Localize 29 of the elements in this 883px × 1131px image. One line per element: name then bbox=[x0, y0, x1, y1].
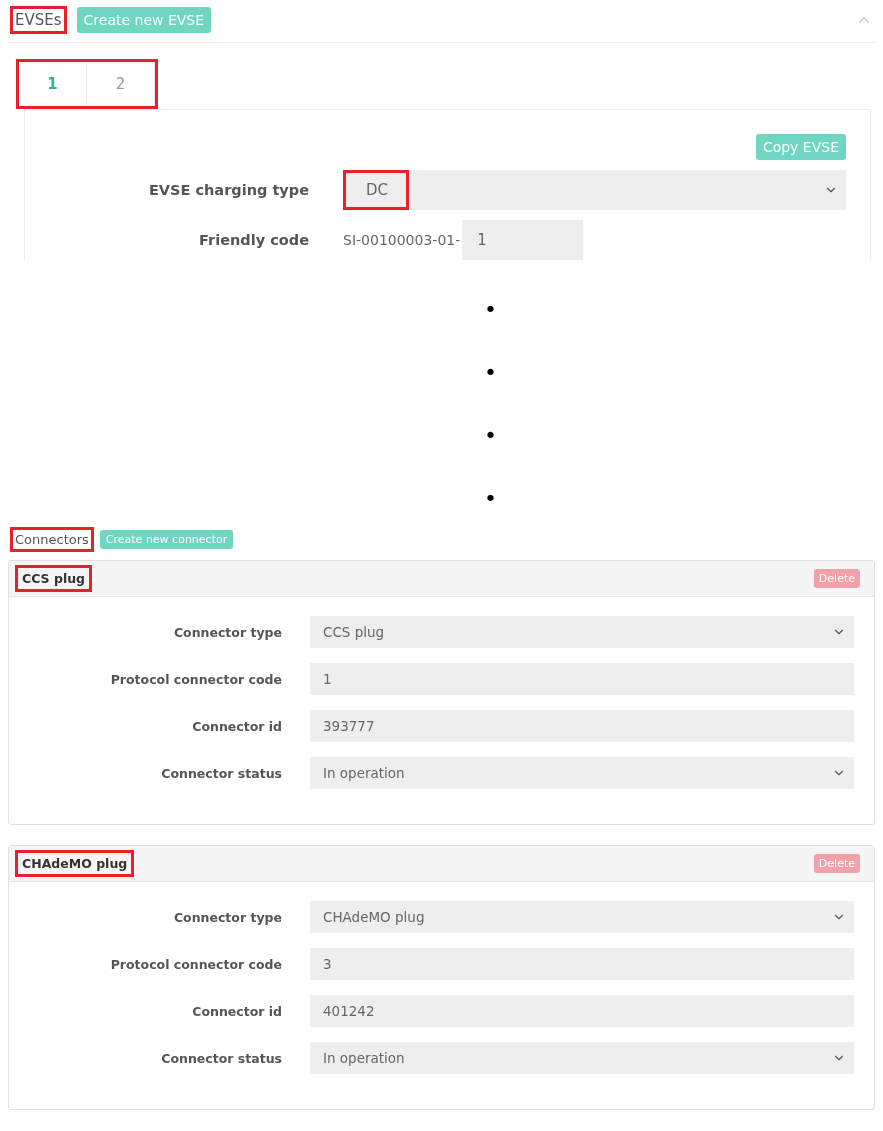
ellipsis-dot: • bbox=[484, 424, 497, 448]
code-prefix: SI-00100003-01- bbox=[343, 232, 461, 248]
input-field[interactable]: 1 bbox=[310, 663, 854, 695]
field-label: Friendly code bbox=[198, 232, 309, 248]
field-label: Connector type bbox=[172, 624, 282, 640]
field-label: Connector status bbox=[160, 1050, 282, 1066]
select-field[interactable]: CCS plug bbox=[310, 616, 854, 648]
input-field[interactable]: 1 bbox=[462, 220, 584, 260]
field-label: Connector status bbox=[160, 765, 282, 781]
section-title: Connectors bbox=[10, 527, 94, 552]
field-label: Connector id bbox=[191, 718, 282, 734]
connector-name: CHAdeMO plug bbox=[15, 850, 135, 877]
ellipsis-dot: • bbox=[484, 487, 497, 511]
connector-name: CCS plug bbox=[15, 565, 92, 592]
input-field[interactable]: 393777 bbox=[310, 710, 854, 742]
input-field[interactable]: 401242 bbox=[310, 995, 854, 1027]
field-label: EVSE charging type bbox=[147, 182, 309, 198]
ellipsis-dot: • bbox=[484, 298, 497, 322]
field-label: Protocol connector code bbox=[109, 956, 282, 972]
section-title: EVSEs bbox=[10, 6, 67, 34]
select-field[interactable]: In operation bbox=[310, 757, 854, 789]
select-field[interactable]: CHAdeMO plug bbox=[310, 901, 854, 933]
field-label: Protocol connector code bbox=[109, 671, 282, 687]
input-field[interactable]: 3 bbox=[310, 948, 854, 980]
field-label: Connector type bbox=[172, 909, 282, 925]
ellipsis-dot: • bbox=[484, 361, 497, 385]
select-field[interactable]: In operation bbox=[310, 1042, 854, 1074]
field-label: Connector id bbox=[191, 1003, 282, 1019]
select-field[interactable]: DC bbox=[343, 170, 846, 210]
